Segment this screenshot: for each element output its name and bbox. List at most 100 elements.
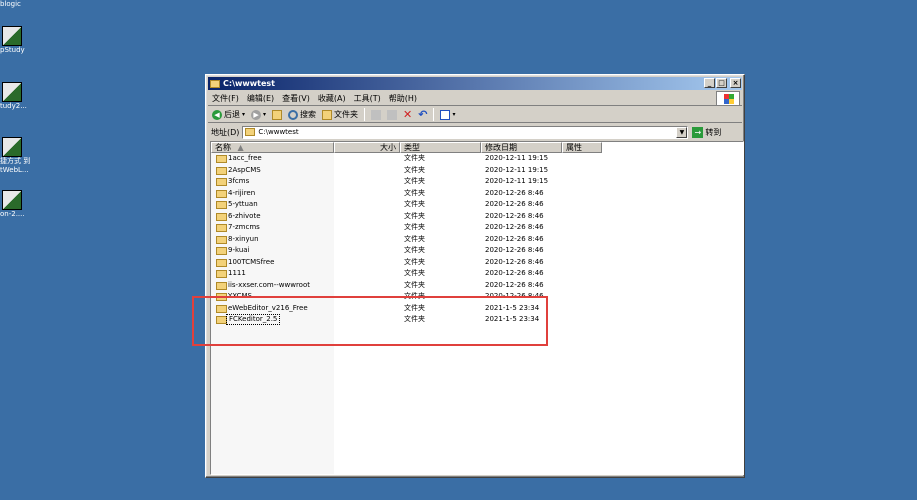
menu-bar: 文件(F) 编辑(E) 查看(V) 收藏(A) 工具(T) 帮助(H) bbox=[208, 91, 742, 106]
up-folder-button[interactable] bbox=[270, 108, 284, 122]
file-name: YXCMS bbox=[228, 292, 252, 300]
menu-help[interactable]: 帮助(H) bbox=[385, 93, 421, 104]
folder-icon bbox=[210, 79, 220, 88]
file-type: 文件夹 bbox=[404, 200, 425, 208]
file-name: 2AspCMS bbox=[228, 165, 261, 174]
file-row[interactable]: 8-xinyun 文件夹 2020-12-26 8:46 bbox=[211, 234, 743, 245]
menu-view[interactable]: 查看(V) bbox=[278, 93, 314, 104]
undo-button[interactable]: ↶ bbox=[416, 108, 429, 122]
file-name: 100TCMSfree bbox=[228, 257, 275, 266]
file-name: FCKeditor_2.5 bbox=[225, 314, 281, 325]
shortcut-label: 捷方式 到 bbox=[0, 157, 31, 165]
folders-button[interactable]: 文件夹 bbox=[320, 108, 360, 122]
file-row[interactable]: 1acc_free 文件夹 2020-12-11 19:15 bbox=[211, 153, 743, 164]
file-row[interactable]: 4-rijiren 文件夹 2020-12-26 8:46 bbox=[211, 188, 743, 199]
file-row[interactable]: 9-kuai 文件夹 2020-12-26 8:46 bbox=[211, 245, 743, 256]
file-list[interactable]: 名称 ▲ 大小 类型 修改日期 属性 1acc_free 文件夹 2020-12-1… bbox=[210, 141, 744, 475]
file-type: 文件夹 bbox=[404, 303, 425, 312]
shortcut-icon bbox=[2, 190, 22, 210]
search-icon bbox=[288, 109, 299, 120]
folder-icon bbox=[216, 293, 227, 301]
folder-icon bbox=[216, 166, 227, 175]
file-modified: 2020-12-26 8:46 bbox=[485, 269, 544, 277]
file-type: 文件夹 bbox=[404, 257, 425, 266]
file-row[interactable]: 6-zhivote 文件夹 2020-12-26 8:46 bbox=[211, 211, 743, 222]
file-modified: 2020-12-26 8:46 bbox=[485, 292, 544, 300]
toolbar-separator bbox=[433, 108, 435, 121]
file-row[interactable]: 2AspCMS 文件夹 2020-12-11 19:15 bbox=[211, 165, 743, 176]
menu-file[interactable]: 文件(F) bbox=[208, 93, 243, 104]
column-size[interactable]: 大小 bbox=[334, 142, 400, 153]
file-type: 文件夹 bbox=[404, 292, 425, 300]
file-row[interactable]: 1111 文件夹 2020-12-26 8:46 bbox=[211, 268, 743, 279]
file-row[interactable]: eWebEditor_v216_Free 文件夹 2021-1-5 23:34 bbox=[211, 303, 743, 314]
minimize-button[interactable]: _ bbox=[704, 78, 715, 88]
back-label: 后退 bbox=[224, 110, 240, 119]
file-name: eWebEditor_v216_Free bbox=[228, 303, 308, 312]
forward-button[interactable]: ▶ ▾ bbox=[249, 108, 268, 122]
file-type: 文件夹 bbox=[404, 315, 425, 323]
address-label: 地址(D) bbox=[211, 127, 240, 137]
search-button[interactable]: 搜索 bbox=[286, 108, 318, 122]
desktop-shortcut[interactable]: 捷方式 到 tWebL... bbox=[0, 137, 40, 175]
file-modified: 2021-1-5 23:34 bbox=[485, 315, 540, 323]
file-name: 5-yttuan bbox=[228, 200, 258, 208]
menu-favorites[interactable]: 收藏(A) bbox=[314, 93, 350, 104]
address-dropdown-button[interactable]: ▼ bbox=[676, 126, 688, 138]
file-type: 文件夹 bbox=[404, 246, 425, 254]
shortcut-label: on-2.... bbox=[0, 210, 25, 218]
file-row[interactable]: iis-xxser.com--wwwroot 文件夹 2020-12-26 8:46 bbox=[211, 280, 743, 291]
file-row[interactable]: 5-yttuan 文件夹 2020-12-26 8:46 bbox=[211, 199, 743, 210]
folder-icon bbox=[216, 247, 227, 255]
folders-label: 文件夹 bbox=[334, 110, 359, 119]
column-header: 名称 ▲ 大小 类型 修改日期 属性 bbox=[211, 142, 743, 153]
file-row[interactable]: 3fcms 文件夹 2020-12-11 19:15 bbox=[211, 176, 743, 187]
move-to-button[interactable] bbox=[369, 108, 383, 122]
views-button[interactable]: ▾ bbox=[438, 108, 457, 122]
file-row[interactable]: 7-zmcms 文件夹 2020-12-26 8:46 bbox=[211, 222, 743, 233]
file-row[interactable]: 100TCMSfree 文件夹 2020-12-26 8:46 bbox=[211, 257, 743, 268]
menu-edit[interactable]: 编辑(E) bbox=[243, 93, 278, 104]
file-type: 文件夹 bbox=[404, 177, 425, 185]
desktop-shortcut[interactable]: blogic bbox=[0, 0, 40, 9]
title-bar[interactable]: C:\wwwtest _ □ × bbox=[208, 77, 742, 90]
toolbar-separator bbox=[364, 108, 366, 121]
file-modified: 2020-12-11 19:15 bbox=[485, 165, 549, 174]
folder-icon bbox=[216, 155, 227, 163]
file-name: 6-zhivote bbox=[228, 211, 261, 220]
close-button[interactable]: × bbox=[730, 78, 741, 88]
file-type: 文件夹 bbox=[404, 234, 425, 243]
desktop-shortcut[interactable]: pStudy bbox=[0, 26, 40, 55]
folder-icon bbox=[216, 235, 227, 244]
file-type: 文件夹 bbox=[404, 165, 425, 174]
file-name: 9-kuai bbox=[228, 246, 250, 254]
file-modified: 2020-12-26 8:46 bbox=[485, 211, 544, 220]
file-modified: 2020-12-26 8:46 bbox=[485, 257, 544, 266]
windows-logo-icon bbox=[716, 91, 740, 106]
column-name[interactable]: 名称 ▲ bbox=[211, 142, 334, 153]
menu-tools[interactable]: 工具(T) bbox=[350, 93, 385, 104]
file-row[interactable]: FCKeditor_2.5 文件夹 2021-1-5 23:34 bbox=[211, 314, 743, 325]
window-title: C:\wwwtest bbox=[223, 79, 275, 88]
file-name: iis-xxser.com--wwwroot bbox=[228, 280, 310, 289]
file-row[interactable]: YXCMS 文件夹 2020-12-26 8:46 bbox=[211, 291, 743, 302]
column-attributes[interactable]: 属性 bbox=[562, 142, 602, 153]
file-type: 文件夹 bbox=[404, 280, 425, 289]
copy-to-button[interactable] bbox=[385, 108, 399, 122]
address-input[interactable]: C:\wwwtest ▼ bbox=[242, 125, 689, 139]
desktop-shortcut[interactable]: on-2.... bbox=[0, 190, 40, 219]
shortcut-label: pStudy bbox=[0, 46, 25, 54]
go-button[interactable]: → 转到 bbox=[692, 126, 721, 138]
delete-button[interactable]: ✕ bbox=[401, 108, 414, 122]
column-type[interactable]: 类型 bbox=[400, 142, 481, 153]
forward-arrow-icon: ▶ bbox=[251, 109, 262, 120]
back-button[interactable]: ◀ 后退 ▾ bbox=[210, 108, 247, 122]
shortcut-icon bbox=[2, 82, 22, 102]
maximize-button[interactable]: □ bbox=[716, 78, 727, 88]
file-name: 3fcms bbox=[228, 177, 250, 185]
desktop-shortcut[interactable]: tudy2... bbox=[0, 82, 40, 111]
file-modified: 2020-12-26 8:46 bbox=[485, 246, 544, 254]
undo-icon: ↶ bbox=[418, 107, 428, 121]
folder-icon bbox=[216, 316, 227, 324]
column-modified[interactable]: 修改日期 bbox=[481, 142, 562, 153]
